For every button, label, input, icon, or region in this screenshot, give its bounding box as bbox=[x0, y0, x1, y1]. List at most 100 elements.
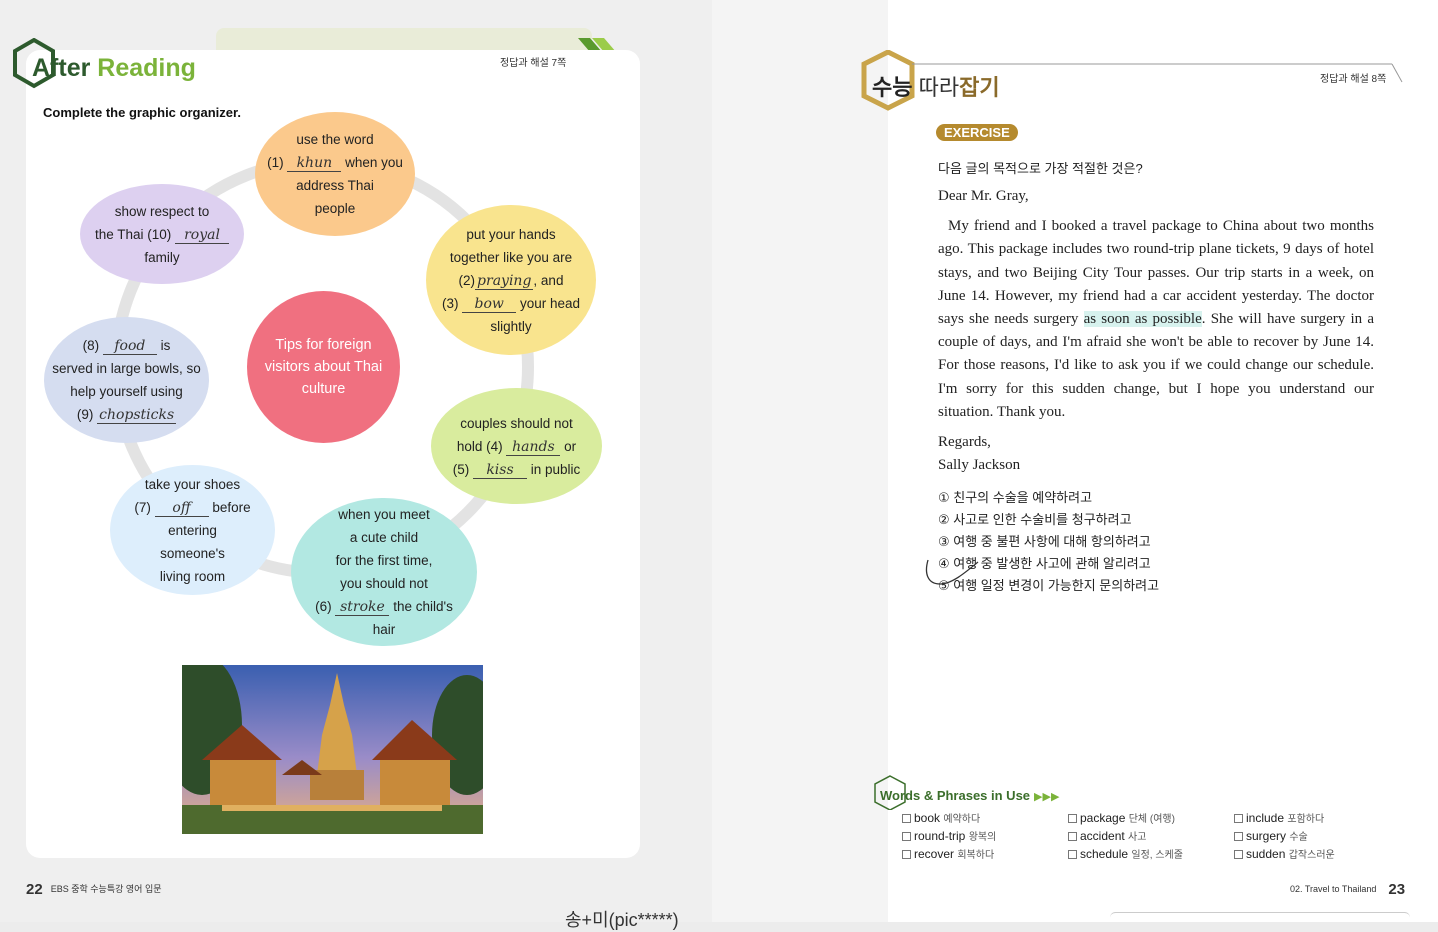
bubble-line: family bbox=[144, 249, 180, 265]
title-japgi: 잡기 bbox=[959, 75, 1000, 100]
vocab-item[interactable]: sudden 갑작스러운 bbox=[1234, 846, 1335, 861]
organizer-bubble: when you meet a cute child for the first… bbox=[291, 498, 477, 646]
bubble-text: is bbox=[160, 338, 171, 353]
bubble-line: (2) praying, and bbox=[459, 269, 563, 292]
bubble-line: (1) khun when you bbox=[267, 151, 403, 174]
vocab-item[interactable]: recover 회복하다 bbox=[902, 846, 994, 861]
bubble-line: together like you are bbox=[449, 249, 573, 265]
bubble-line: (9) chopsticks bbox=[77, 403, 177, 426]
vocab-en: recover bbox=[914, 847, 955, 861]
vocab-item[interactable]: accident 사고 bbox=[1068, 828, 1146, 843]
vocab-item[interactable]: include 포함하다 bbox=[1234, 810, 1324, 825]
letter-salutation: Dear Mr. Gray, bbox=[938, 188, 1029, 204]
bubble-line: address Thai bbox=[296, 178, 374, 193]
center-topic-bubble: Tips for foreign visitors about Thai cul… bbox=[247, 291, 400, 443]
vocab-en: schedule bbox=[1080, 847, 1129, 861]
blank-number: (10) bbox=[147, 226, 172, 242]
title-ttara: 따라 bbox=[918, 75, 960, 100]
vocab-ko: 사고 bbox=[1128, 832, 1147, 843]
checkbox-icon[interactable] bbox=[902, 814, 911, 824]
vocab-item[interactable]: book 예약하다 bbox=[902, 810, 980, 825]
checkbox-icon[interactable] bbox=[902, 850, 911, 860]
bubble-line: use the word bbox=[296, 132, 374, 147]
bubble-line: someone's bbox=[160, 545, 225, 561]
vocab-en: sudden bbox=[1246, 847, 1286, 861]
choice-item[interactable]: ② 사고로 인한 수술비를 청구하려고 bbox=[938, 509, 1159, 531]
answer-blank: bow bbox=[462, 296, 517, 313]
vocab-item[interactable]: package 단체 (여행) bbox=[1068, 810, 1175, 825]
organizer-bubble: couples should not hold (4) hands or (5)… bbox=[431, 388, 602, 504]
choice-item[interactable]: ① 친구의 수술을 예약하려고 bbox=[938, 487, 1159, 509]
blank-number: (3) bbox=[441, 295, 459, 311]
words-title-text: Words & Phrases in Use bbox=[880, 788, 1031, 803]
answer-blank: praying bbox=[475, 272, 534, 290]
bubble-line: living room bbox=[159, 568, 226, 584]
vocab-ko: 수술 bbox=[1289, 832, 1308, 843]
center-topic-text: Tips for foreign visitors about Thai cul… bbox=[264, 337, 383, 397]
vocab-item[interactable]: schedule 일정, 스케줄 bbox=[1068, 846, 1183, 861]
answer-blank: khun bbox=[287, 155, 342, 172]
words-phrases-title: Words & Phrases in Use ▶▶▶ bbox=[880, 788, 1059, 803]
bubble-line: you should not bbox=[340, 576, 428, 591]
checkbox-icon[interactable] bbox=[1234, 814, 1243, 824]
triple-arrow-icon: ▶▶▶ bbox=[1034, 791, 1060, 803]
bubble-line: help yourself using bbox=[70, 384, 183, 399]
vocab-en: book bbox=[914, 811, 941, 825]
checkbox-icon[interactable] bbox=[1068, 850, 1077, 860]
vocab-ko: 왕복의 bbox=[968, 832, 997, 843]
blank-number: (8) bbox=[82, 338, 100, 353]
vocab-en: package bbox=[1080, 811, 1126, 825]
checkbox-icon[interactable] bbox=[1068, 814, 1077, 824]
organizer-bubble: put your hands together like you are (2)… bbox=[426, 205, 596, 355]
bubble-line: (7) off before bbox=[134, 496, 251, 519]
blank-number: (6) bbox=[315, 599, 332, 614]
handwritten-check-icon bbox=[925, 559, 979, 585]
checkbox-icon[interactable] bbox=[1234, 850, 1243, 860]
blank-number: (7) bbox=[134, 499, 151, 515]
vocab-item[interactable]: round-trip 왕복의 bbox=[902, 828, 996, 843]
bubble-line: show respect to bbox=[114, 203, 210, 219]
bottom-edge bbox=[1110, 912, 1410, 923]
answer-blank: hands bbox=[506, 439, 561, 456]
bubble-line: when you meet bbox=[338, 507, 430, 522]
letter-passage: Dear Mr. Gray, My friend and I booked a … bbox=[938, 185, 1374, 477]
question-text: 다음 글의 목적으로 가장 적절한 것은? bbox=[938, 161, 1143, 176]
page-number: 22 bbox=[26, 881, 43, 898]
bubble-line: (5) kiss in public bbox=[452, 458, 581, 481]
checkbox-icon[interactable] bbox=[902, 832, 911, 842]
organizer-bubble: (8) food is served in large bowls, so he… bbox=[44, 317, 209, 443]
organizer-bubble: take your shoes (7) off before entering … bbox=[110, 465, 275, 595]
bubble-text: in public bbox=[530, 461, 581, 477]
bubble-line: hold (4) hands or bbox=[457, 435, 576, 458]
thai-temple-photo bbox=[182, 665, 483, 834]
bubble-line: couples should not bbox=[460, 415, 573, 431]
bubble-line: (6) stroke the child's bbox=[315, 595, 453, 618]
choice-item[interactable]: ③ 여행 중 불편 사항에 대해 항의하려고 bbox=[938, 531, 1159, 553]
organizer-bubble: use the word (1) khun when you address T… bbox=[255, 112, 415, 236]
vocab-en: accident bbox=[1080, 829, 1125, 843]
bubble-line: the Thai (10) royal bbox=[95, 223, 230, 246]
book-title: EBS 중학 수능특강 영어 입문 bbox=[50, 883, 162, 894]
letter-signature: Sally Jackson bbox=[938, 457, 1021, 474]
bubble-line: (3) bow your head bbox=[442, 292, 580, 315]
vocab-ko: 회복하다 bbox=[957, 850, 995, 861]
vocab-en: include bbox=[1246, 811, 1285, 825]
vocab-en: round-trip bbox=[914, 829, 966, 843]
answer-reference: 정답과 해설 8쪽 bbox=[1320, 74, 1387, 85]
title-suneung: 수능 bbox=[872, 75, 913, 100]
vocab-ko: 포함하다 bbox=[1287, 814, 1325, 825]
bubble-text: your head bbox=[519, 295, 581, 311]
checkbox-icon[interactable] bbox=[1234, 832, 1243, 842]
organizer-bubble: show respect to the Thai (10) royal fami… bbox=[80, 184, 244, 284]
vocab-item[interactable]: surgery 수술 bbox=[1234, 828, 1308, 843]
footer-right: 02. Travel to Thailand 23 bbox=[1290, 881, 1405, 898]
blank-number: (4) bbox=[486, 438, 503, 454]
body-text: . She will have surgery in a couple of d… bbox=[938, 311, 1374, 420]
checkbox-icon[interactable] bbox=[1068, 832, 1077, 842]
letter-closing: Regards, bbox=[938, 434, 991, 451]
bubble-text: when you bbox=[345, 155, 403, 170]
bubble-text: or bbox=[564, 438, 577, 454]
blank-number: (5) bbox=[452, 461, 470, 477]
footer-left: 22 EBS 중학 수능특강 영어 입문 bbox=[26, 881, 162, 898]
answer-blank: stroke bbox=[335, 599, 390, 616]
